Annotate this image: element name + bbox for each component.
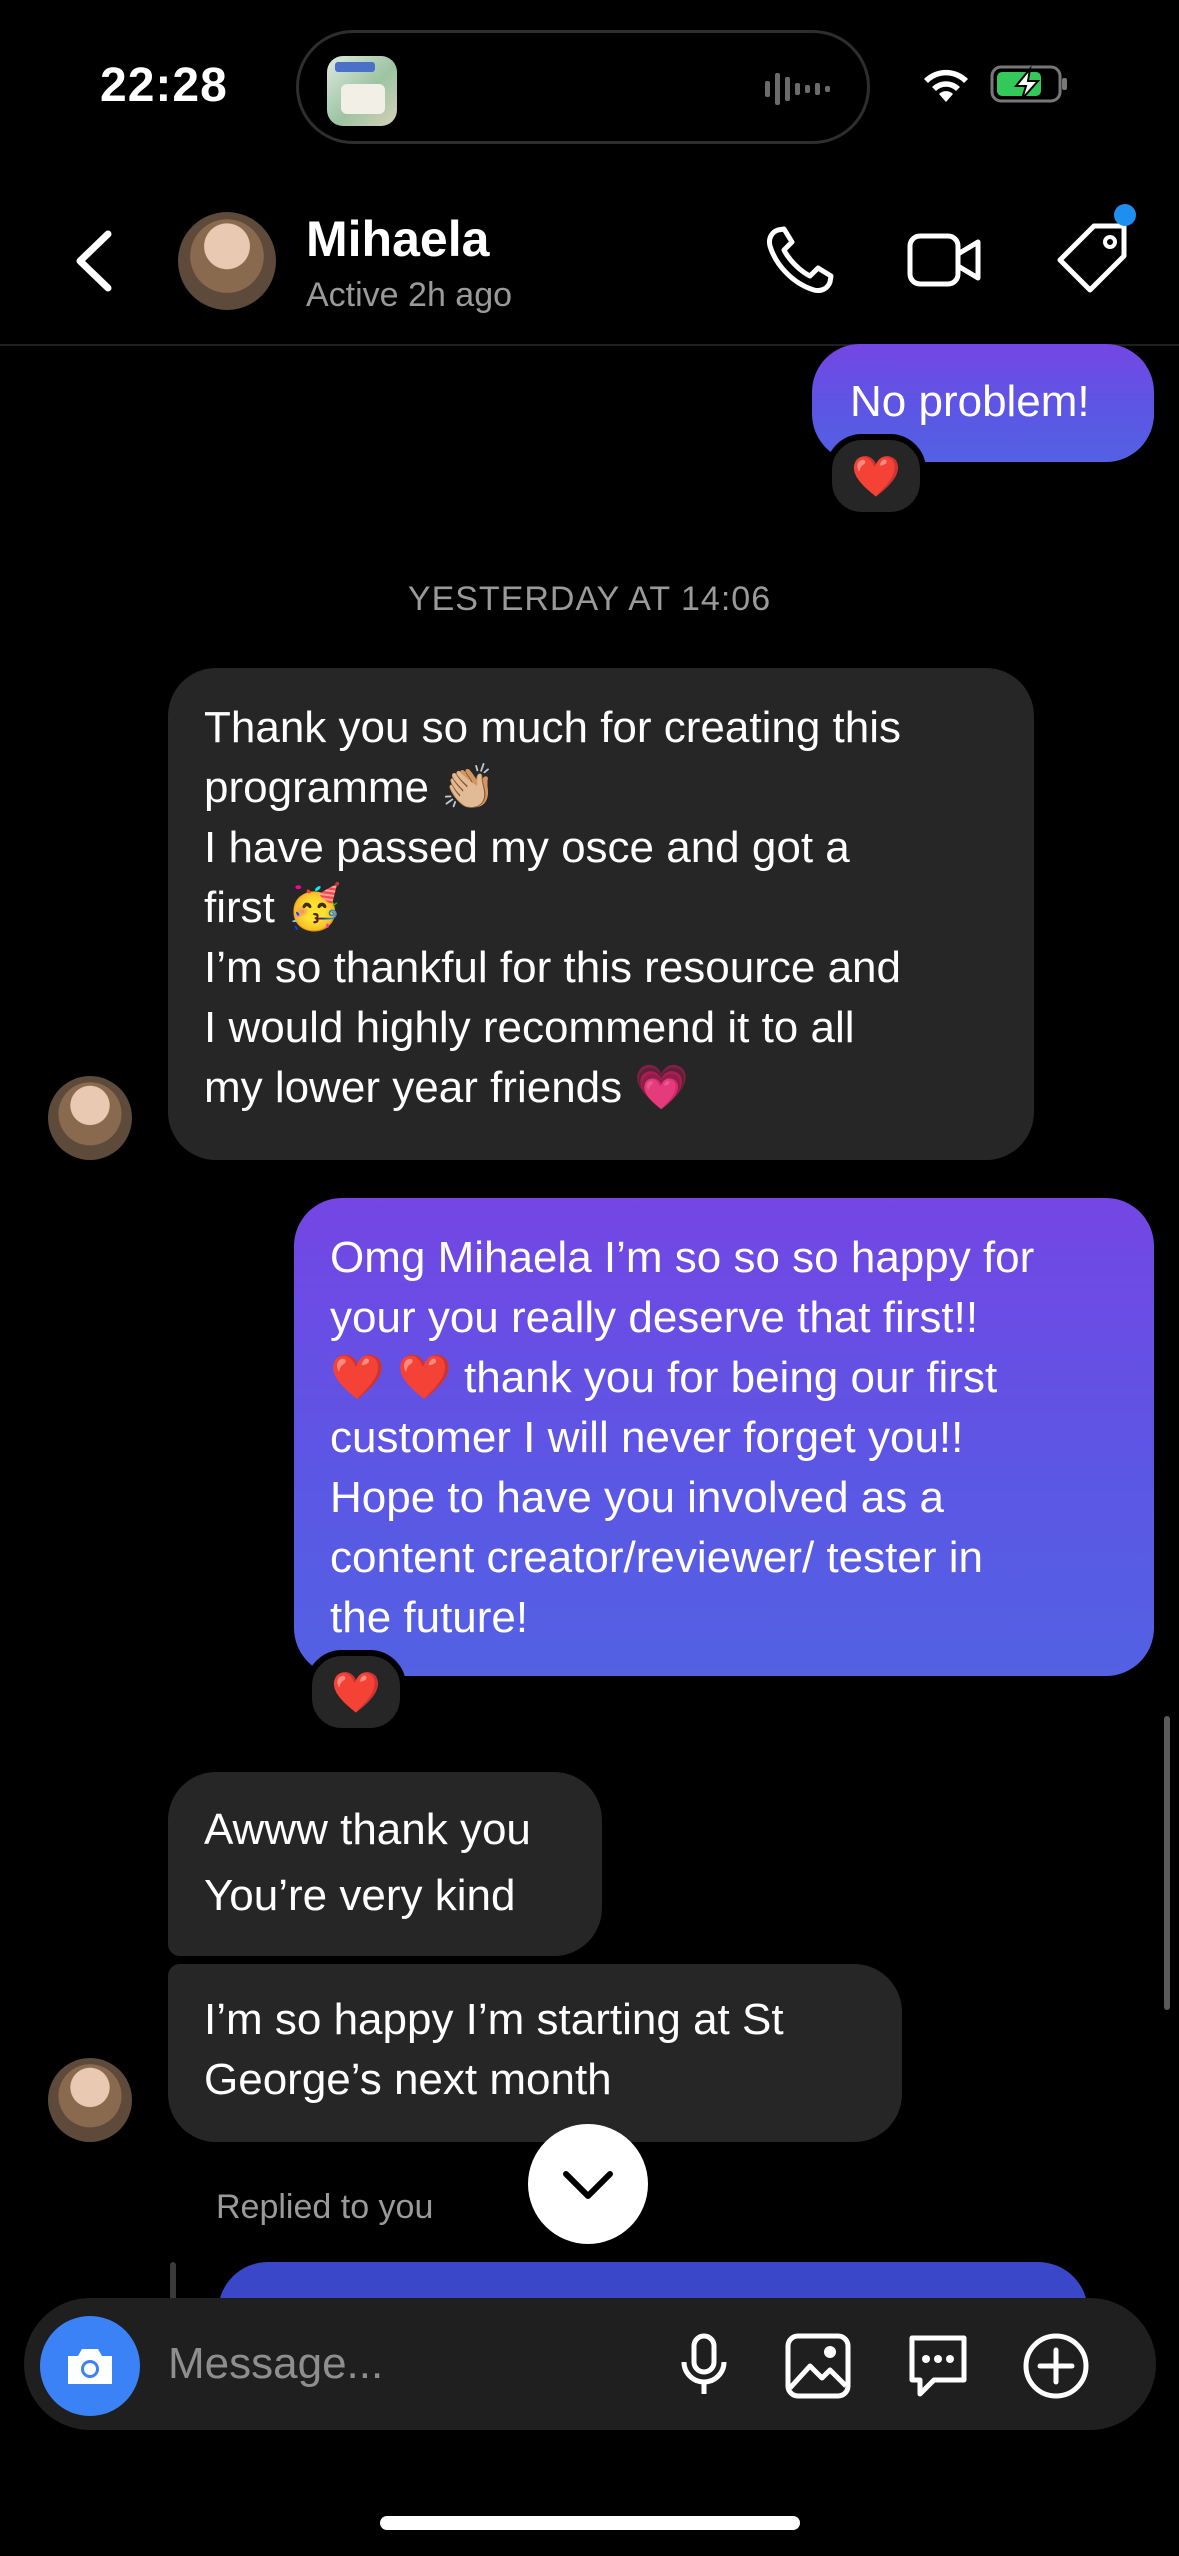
- message-bubble-received[interactable]: Thank you so much for creating this prog…: [168, 668, 1034, 1160]
- phone-icon[interactable]: [760, 220, 840, 300]
- message-text: I’m so thankful for this resource and: [204, 943, 901, 992]
- message-text: Awww thank you: [204, 1805, 531, 1854]
- contact-avatar-small: [48, 1076, 132, 1160]
- contact-name[interactable]: Mihaela: [306, 210, 489, 268]
- message-text: your you really deserve that first!!: [330, 1293, 979, 1342]
- message-input[interactable]: [168, 2334, 648, 2394]
- message-bubble-sent[interactable]: Omg Mihaela I’m so so so happy for your …: [294, 1198, 1154, 1676]
- active-status: Active 2h ago: [306, 276, 513, 314]
- message-bubble-received[interactable]: I’m so happy I’m starting at St George’s…: [168, 1964, 902, 2142]
- contact-avatar[interactable]: [178, 212, 276, 310]
- message-text: Omg Mihaela I’m so so so happy for: [330, 1233, 1035, 1282]
- notification-dot: [1114, 204, 1136, 226]
- message-text: I’m so happy I’m starting at St: [204, 1995, 784, 2044]
- reaction-heart[interactable]: ❤️: [306, 1650, 406, 1734]
- scroll-to-bottom-button[interactable]: [528, 2124, 648, 2244]
- message-text: first 🥳: [204, 883, 342, 932]
- sticker-chat-icon[interactable]: [902, 2330, 974, 2402]
- message-text: content creator/reviewer/ tester in: [330, 1533, 983, 1582]
- message-text: Hope to have you involved as a: [330, 1473, 944, 1522]
- audio-waveform-icon: [765, 73, 830, 105]
- now-playing-thumbnail: [327, 56, 397, 126]
- tag-icon[interactable]: [1054, 220, 1134, 300]
- message-text: my lower year friends 💗: [204, 1063, 690, 1112]
- add-icon[interactable]: [1020, 2330, 1092, 2402]
- video-icon[interactable]: [904, 220, 984, 300]
- message-text: No problem!: [850, 377, 1090, 426]
- scrollbar[interactable]: [1164, 1716, 1170, 2010]
- reaction-heart[interactable]: ❤️: [826, 434, 926, 518]
- chevron-down-icon: [563, 2171, 613, 2199]
- back-chevron-icon[interactable]: [64, 226, 124, 296]
- message-text: I would highly recommend it to all: [204, 1003, 855, 1052]
- wifi-icon: [924, 69, 968, 102]
- status-time: 22:28: [100, 59, 228, 112]
- message-bubble-received[interactable]: Awww thank you You’re very kind: [168, 1772, 602, 1956]
- replied-label: Replied to you: [216, 2188, 434, 2226]
- camera-icon: [68, 2349, 112, 2384]
- battery-charging-icon: [990, 65, 1067, 103]
- message-text: programme 👏🏼: [204, 763, 496, 812]
- message-text: George’s next month: [204, 2055, 612, 2104]
- camera-button[interactable]: [40, 2316, 140, 2416]
- gallery-icon[interactable]: [782, 2330, 854, 2402]
- home-indicator[interactable]: [380, 2516, 800, 2530]
- message-text: Thank you so much for creating this: [204, 703, 901, 752]
- message-text: You’re very kind: [204, 1871, 516, 1920]
- microphone-icon[interactable]: [668, 2330, 740, 2402]
- day-timestamp: YESTERDAY AT 14:06: [407, 580, 772, 618]
- message-text: I have passed my osce and got a: [204, 823, 850, 872]
- message-text: customer I will never forget you!!: [330, 1413, 964, 1462]
- dynamic-island[interactable]: [296, 30, 870, 144]
- contact-avatar-small: [48, 2058, 132, 2142]
- message-text: the future!: [330, 1593, 529, 1642]
- message-text: ❤️ ❤️ thank you for being our first: [330, 1353, 998, 1402]
